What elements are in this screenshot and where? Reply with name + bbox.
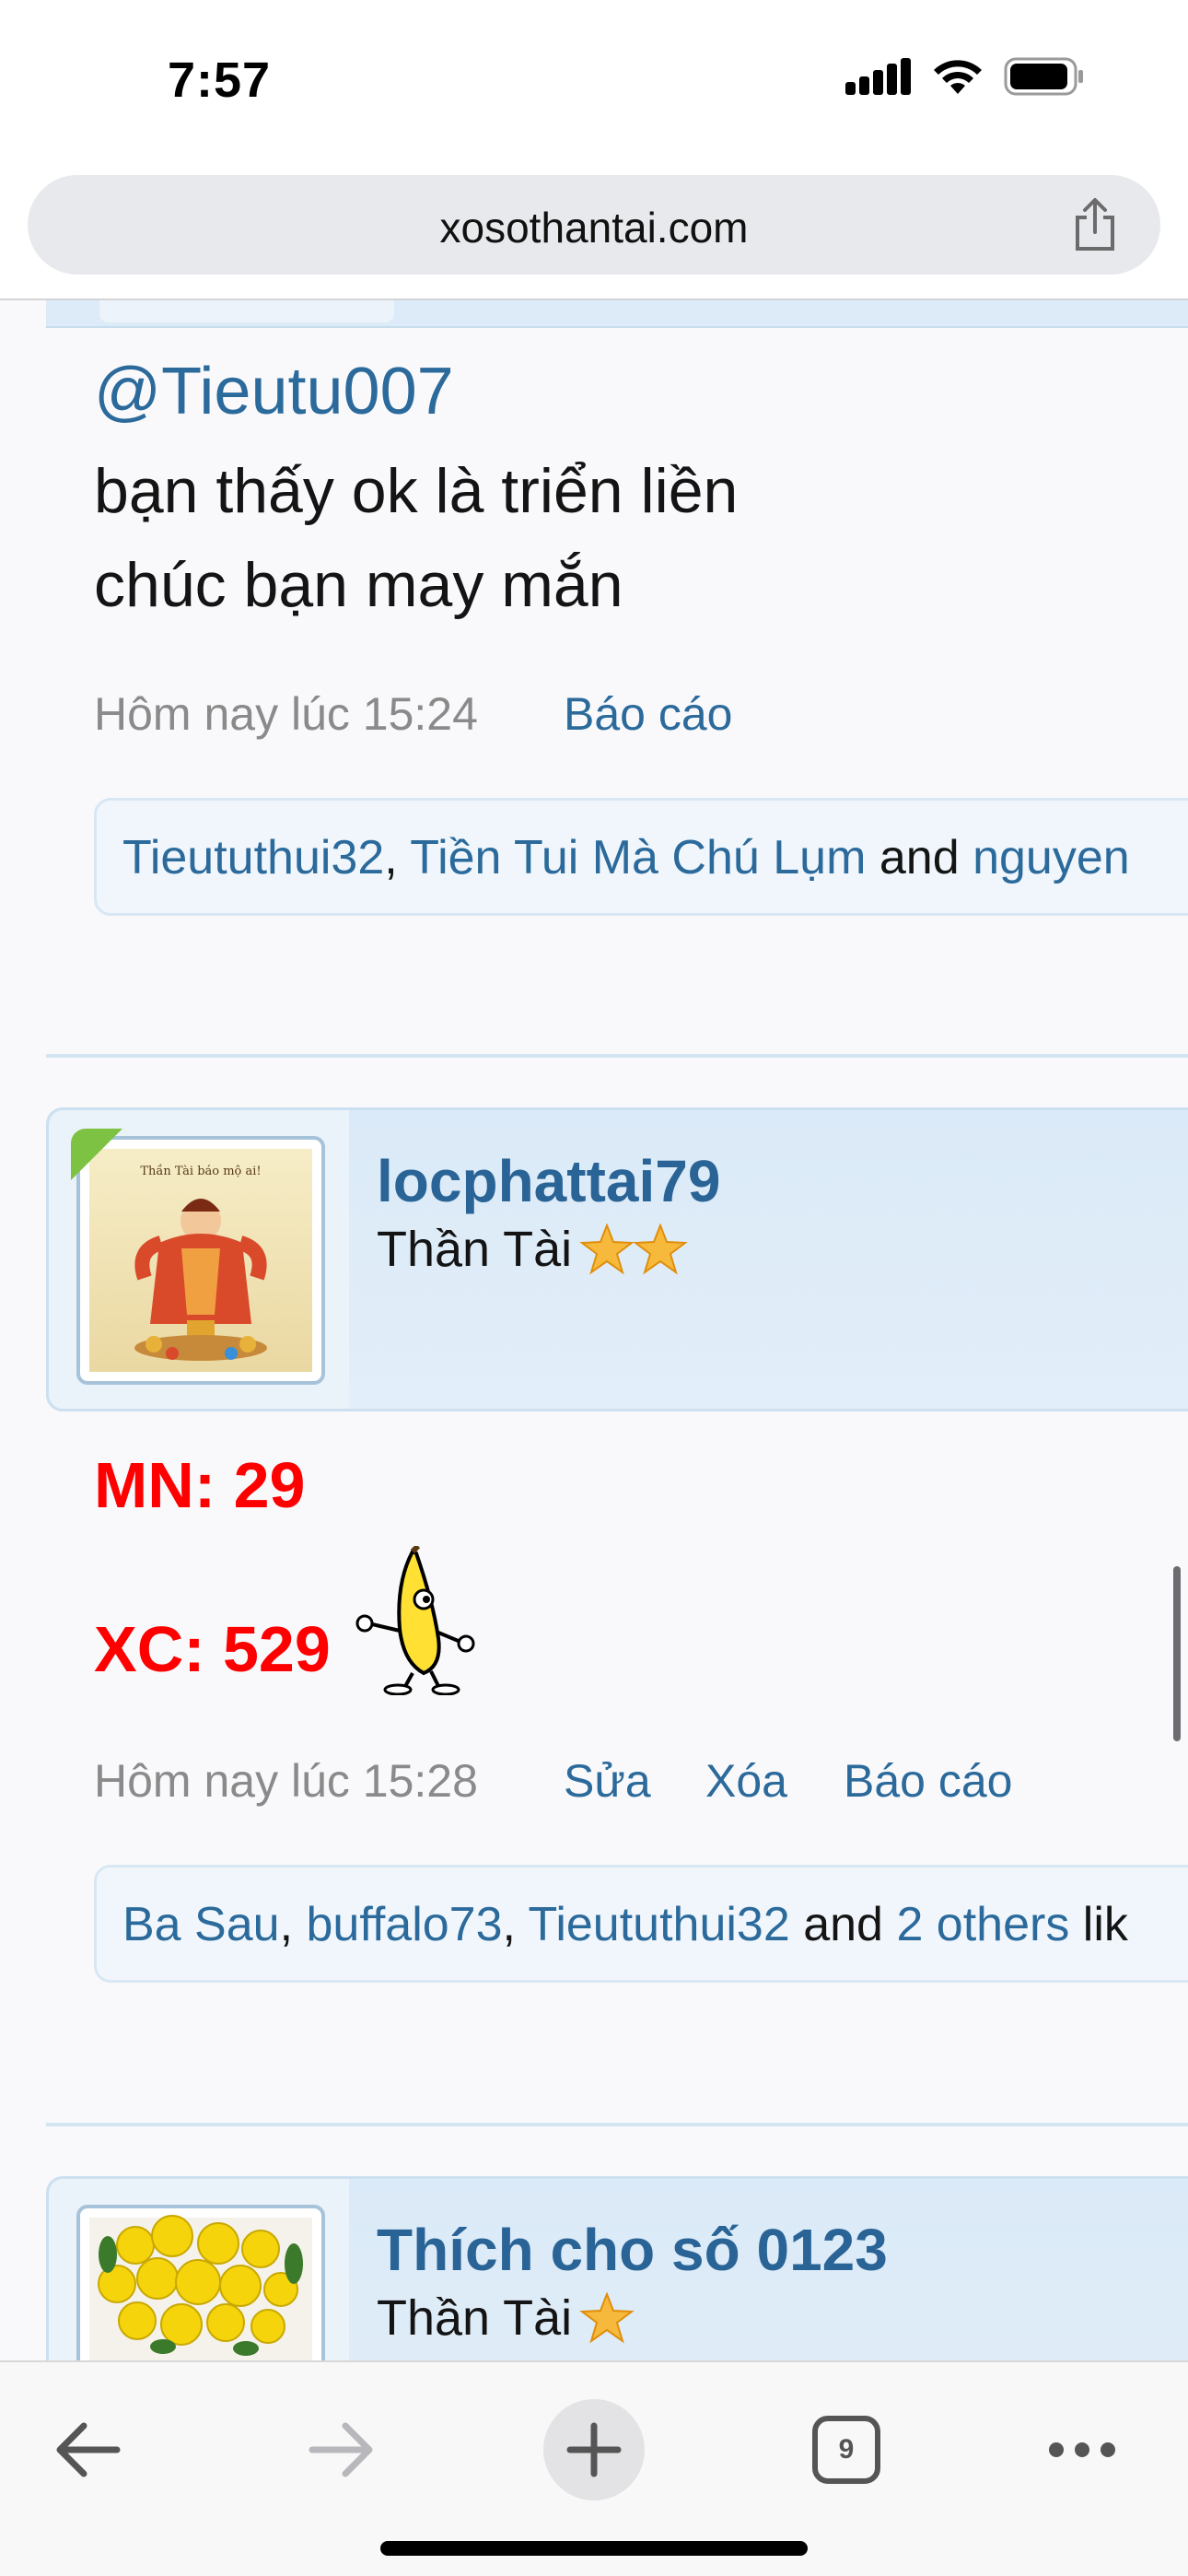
avatar[interactable] — [76, 2205, 325, 2360]
post-divider — [46, 1054, 1188, 1058]
post-timestamp[interactable]: Hôm nay lúc 15:24 — [94, 687, 478, 741]
post-content-line: XC: 529 — [94, 1613, 331, 1685]
more-icon — [1049, 2442, 1115, 2457]
status-time: 7:57 — [168, 53, 272, 108]
previous-post-card-edge — [46, 300, 1188, 328]
tabs-button[interactable]: 9 — [796, 2399, 897, 2500]
user-rank: Thần Tài — [377, 2289, 635, 2347]
scrollbar[interactable] — [1173, 1566, 1181, 1741]
yellow-flowers-avatar-image — [89, 2215, 312, 2360]
share-icon[interactable] — [1068, 197, 1122, 252]
star-icon — [579, 2292, 635, 2344]
page-content: @Tieutu007 bạn thấy ok là triển liền chú… — [0, 300, 1188, 2360]
report-link[interactable]: Báo cáo — [844, 1754, 1012, 1808]
post-timestamp[interactable]: Hôm nay lúc 15:28 — [94, 1754, 478, 1808]
post-divider — [46, 2123, 1188, 2126]
delete-link[interactable]: Xóa — [705, 1754, 787, 1808]
edit-link[interactable]: Sửa — [564, 1754, 651, 1808]
forward-button[interactable] — [291, 2399, 392, 2500]
new-tab-button[interactable] — [543, 2399, 645, 2500]
svg-text:Thần Tài báo mộ ai!: Thần Tài báo mộ ai! — [140, 1164, 261, 1178]
liker-link[interactable]: Ba Sau — [122, 1898, 280, 1951]
battery-icon — [1004, 57, 1083, 96]
username-link[interactable]: Thích cho số 0123 — [377, 2216, 888, 2284]
dancing-banana-emoji — [355, 1546, 475, 1695]
user-info-card: Thần Tài báo mộ ai! locphattai79 Thần Tà… — [46, 1107, 1188, 1411]
address-bar[interactable]: xosothantai.com — [28, 175, 1160, 275]
user-rank-label: Thần Tài — [377, 2290, 573, 2346]
cellular-signal-icon — [845, 58, 911, 95]
plus-icon — [566, 2422, 622, 2477]
user-info-card: Thích cho số 0123 Thần Tài — [46, 2176, 1188, 2360]
liker-link[interactable]: Tiền Tui Mà Chú Lụm — [410, 831, 866, 884]
username-link[interactable]: locphattai79 — [377, 1147, 720, 1215]
post-message-line: chúc bạn may mắn — [94, 550, 623, 620]
report-link[interactable]: Báo cáo — [564, 687, 732, 741]
liker-link[interactable]: buffalo73 — [306, 1898, 502, 1951]
back-button[interactable] — [37, 2399, 138, 2500]
status-icons — [845, 57, 1085, 96]
post-content-line: MN: 29 — [94, 1449, 306, 1521]
url-text[interactable]: xosothantai.com — [28, 203, 1160, 252]
star-icon — [633, 1224, 688, 1275]
post-message-line: bạn thấy ok là triển liền — [94, 456, 739, 526]
likes-summary: Ba Sau, buffalo73, Tieututhui32 and 2 ot… — [94, 1865, 1188, 1983]
status-bar: 7:57 — [0, 0, 1188, 157]
home-indicator[interactable] — [380, 2541, 808, 2556]
liker-link[interactable]: Tieututhui32 — [528, 1898, 789, 1951]
more-menu-button[interactable] — [1031, 2399, 1133, 2500]
online-status-icon — [71, 1129, 122, 1180]
back-arrow-icon — [56, 2422, 121, 2477]
user-rank: Thần Tài — [377, 1221, 688, 1278]
liker-link[interactable]: nguyen — [973, 831, 1130, 884]
browser-address-area: xosothantai.com — [0, 157, 1188, 300]
tab-count: 9 — [838, 2434, 855, 2465]
wifi-icon — [934, 60, 982, 94]
forward-arrow-icon — [309, 2422, 373, 2477]
others-likes-link[interactable]: 2 others — [896, 1898, 1069, 1951]
star-icon — [579, 1224, 635, 1275]
post-mention-link[interactable]: @Tieutu007 — [94, 354, 454, 429]
liker-link[interactable]: Tieututhui32 — [122, 831, 384, 884]
user-rank-label: Thần Tài — [377, 1222, 573, 1277]
likes-summary: Tieututhui32, Tiền Tui Mà Chú Lụm and ng… — [94, 798, 1188, 916]
